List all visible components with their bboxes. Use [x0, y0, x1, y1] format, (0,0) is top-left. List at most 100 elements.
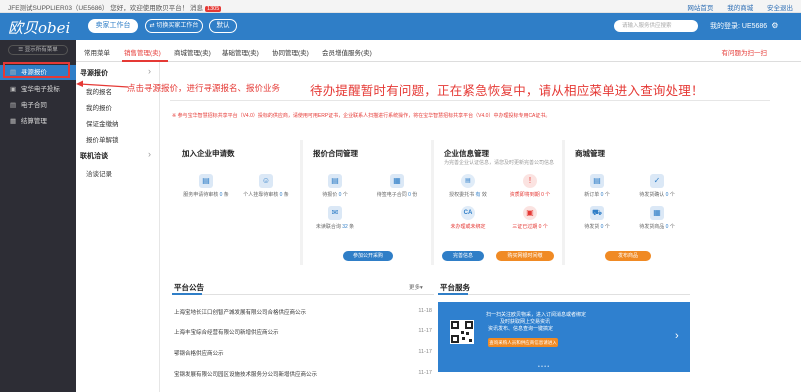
gear-icon[interactable]: ⚙: [771, 21, 778, 30]
submenu-item-negotiation-records[interactable]: 洽谈记录: [86, 168, 112, 178]
default-button[interactable]: 默认: [209, 19, 237, 33]
obei-logo[interactable]: 欧贝obei: [8, 17, 78, 37]
announcement-date: 11-17: [418, 328, 432, 334]
cell-pending-contract[interactable]: ▦ 待签电子合同 0 份: [367, 174, 427, 198]
seller-workbench-button[interactable]: 卖家工作台: [88, 19, 138, 33]
scan-help-link[interactable]: 有问题为扫一扫: [722, 47, 768, 57]
submenu-item-my-quote[interactable]: 我的报价: [86, 102, 112, 112]
switch-buyer-button[interactable]: ⇄ 切换买家工作台: [145, 19, 203, 33]
link-home[interactable]: 网站首页: [687, 5, 713, 12]
top-bar: JFE测试SUPPLIER03（UE5686） 您好，欢迎使用欧贝平台！ 消息 1…: [0, 0, 801, 13]
join-public-purchase-button[interactable]: 参加公开采购: [343, 251, 393, 261]
cell-new-orders[interactable]: ▤ 新订单 0 个: [567, 174, 627, 198]
message-count-badge[interactable]: 1305: [205, 6, 222, 12]
tab-collaboration[interactable]: 协同管理(卖): [272, 47, 309, 57]
sidebar-item-settlement[interactable]: ▦ 结算管理: [0, 114, 76, 129]
services-title: 平台服务: [440, 283, 470, 292]
cell-pending-quote[interactable]: ▤ 待报价 0 个: [305, 174, 365, 198]
cell-unread-inquiry[interactable]: ✉ 未读联合询 32 条: [305, 206, 365, 230]
card-title: 企业信息管理: [444, 149, 489, 158]
carousel-dots[interactable]: • • • •: [538, 364, 549, 370]
link-logout[interactable]: 安全退出: [767, 5, 793, 12]
ca-icon: CA: [461, 206, 475, 220]
cell-ship-goods[interactable]: ▦ 待发货商品 0 个: [627, 206, 687, 230]
main-header: 欧贝obei 卖家工作台 ⇄ 切换买家工作台 默认 请输入服务供应搜索 我的登录…: [0, 13, 801, 40]
card-enterprise-apply: 加入企业申请数 ▤ 服务申请待审核 0 条 ☺ 个人挂靠待审核 0 条: [172, 140, 300, 265]
cell-service-apply[interactable]: ▤ 服务申请待审核 0 条: [176, 174, 236, 198]
cell-certificates-expired[interactable]: ▣ 三证已过期 0 个: [500, 206, 560, 230]
annotation-small: 点击寻源报价，进行寻源报名、报价业务: [127, 83, 281, 93]
tab-common-menu[interactable]: 常用菜单: [84, 47, 110, 57]
cell-label: 未读联合询 32 条: [315, 224, 355, 230]
announcement-text[interactable]: 上海宝地长江口创智产城发展有限公司合格供应商公示: [174, 310, 306, 316]
announcement-text[interactable]: 上海丰宝综合经营有限公司新增供应商公示: [174, 330, 279, 336]
submenu-group-negotiation[interactable]: 联机洽谈: [80, 151, 108, 161]
list-item[interactable]: 上海宝地长江口创智产城发展有限公司合格供应商公示 11-18: [174, 308, 432, 316]
sidebar-item-bidding[interactable]: ▣ 宝华电子投标: [0, 82, 76, 97]
goods-icon: ▦: [650, 206, 664, 220]
card-quote-contract: 报价合同管理 ▤ 待报价 0 个 ▦ 待签电子合同 0 份 ✉ 未读联合询 32…: [303, 140, 431, 265]
cell-label: 个人挂靠待审核 0 条: [243, 192, 289, 198]
cell-ca-status[interactable]: CA 未办理或未绑定: [438, 206, 498, 230]
search-input[interactable]: 请输入服务供应搜索: [614, 20, 698, 32]
welcome-text: JFE测试SUPPLIER03（UE5686） 您好，欢迎使用欧贝平台！ 消息 1…: [8, 2, 222, 12]
list-item[interactable]: 上海丰宝综合经营有限公司新增供应商公示 11-17: [174, 328, 432, 336]
user-info[interactable]: 我的登录: UE5686 ⚙: [710, 21, 778, 31]
announcement-date: 11-17: [418, 349, 432, 355]
annotation-arrow-icon: [76, 80, 129, 88]
chevron-right-icon[interactable]: ›: [148, 149, 151, 159]
order-icon: ▤: [590, 174, 604, 188]
divider: [438, 294, 690, 295]
banner-enter-button[interactable]: 查询采购人员和供应商信息请进入: [488, 338, 558, 347]
bid-icon: ▣: [10, 86, 17, 93]
document-icon: ▤: [199, 174, 213, 188]
cell-authorization[interactable]: ▤ 授权委托书 有 效: [438, 174, 498, 198]
chevron-right-icon[interactable]: ›: [148, 66, 151, 76]
show-all-menus-toggle[interactable]: ☰ 显示所有菜单: [8, 45, 68, 55]
tab-mall-management[interactable]: 商城管理(卖): [174, 47, 211, 57]
cell-label: 资质即将到期 0 个: [509, 192, 551, 198]
submenu-group-sourcing[interactable]: 寻源报价: [80, 68, 108, 78]
list-item[interactable]: 宝钢发展有限公司园区设施技术服务分公司新增供应商公示 11-17: [174, 370, 432, 378]
top-links: 网站首页 我的商城 安全退出: [675, 2, 793, 12]
highlight-box: [3, 62, 70, 78]
cell-qualification-expiring[interactable]: ! 资质即将到期 0 个: [500, 174, 560, 198]
submenu-item-deposit[interactable]: 保证金缴纳: [86, 118, 119, 128]
more-link[interactable]: 更多▾: [409, 283, 423, 291]
banner-line: 资讯发布、信息查询一键搞定: [488, 326, 554, 332]
submenu-item-unlock[interactable]: 报价单解锁: [86, 134, 119, 144]
dashboard-panel: 加入企业申请数 ▤ 服务申请待审核 0 条 ☺ 个人挂靠待审核 0 条 报价合同…: [172, 140, 690, 265]
tab-sales-management[interactable]: 销售管理(卖): [124, 47, 161, 57]
complete-info-button[interactable]: 完善信息: [442, 251, 484, 261]
cell-label: 三证已过期 0 个: [512, 224, 548, 230]
ca-notice: ※ 参与宝华智慧招标共享平台（V4.0）投标的供应商，请使用可用ERP证书，企业…: [172, 113, 551, 119]
announcements-title: 平台公告: [174, 283, 204, 292]
banner-line: 及时获取网上交易资讯: [500, 319, 551, 325]
confirm-icon: ✓: [650, 174, 664, 188]
cell-ship-confirm[interactable]: ✓ 待发货确认 0 个: [627, 174, 687, 198]
settlement-icon: ▦: [10, 118, 17, 125]
sidebar-item-contract[interactable]: ▤ 电子合同: [0, 98, 76, 113]
card-title: 商城管理: [575, 149, 605, 158]
cell-personal-apply[interactable]: ☺ 个人挂靠待审核 0 条: [236, 174, 296, 198]
publish-goods-button[interactable]: 发布商品: [605, 251, 651, 261]
purchase-bank-button[interactable]: 购买网银时间缴: [496, 251, 554, 261]
announcement-text[interactable]: 鄂钢合格供应商公示: [174, 351, 224, 357]
section-accent: [172, 293, 202, 295]
tab-member-services[interactable]: 会员增值服务(卖): [322, 47, 372, 57]
cell-label: 待发货确认 0 个: [639, 192, 675, 198]
sidebar-item-label: 宝华电子投标: [20, 86, 60, 93]
cell-to-ship[interactable]: ⛟ 待发货 0 个: [567, 206, 627, 230]
welcome-message: JFE测试SUPPLIER03（UE5686） 您好，欢迎使用欧贝平台！ 消息: [8, 5, 204, 12]
user-icon: ☺: [259, 174, 273, 188]
tab-basic-management[interactable]: 基础管理(卖): [222, 47, 259, 57]
service-banner[interactable]: 扫一扫关注欧贝物采，进入订阅消息或者绑定 及时获取网上交易资讯 资讯发布、信息查…: [438, 302, 690, 372]
announcement-text[interactable]: 宝钢发展有限公司园区设施技术服务分公司新增供应商公示: [174, 372, 317, 378]
announcement-date: 11-17: [418, 370, 432, 376]
qr-code-icon: [450, 320, 474, 344]
warning-icon: !: [523, 174, 537, 188]
banner-line: 扫一扫关注欧贝物采，进入订阅消息或者绑定: [486, 312, 587, 318]
chevron-right-icon[interactable]: ›: [675, 330, 679, 342]
list-item[interactable]: 鄂钢合格供应商公示 11-17: [174, 349, 432, 357]
link-my-mall[interactable]: 我的商城: [727, 5, 753, 12]
